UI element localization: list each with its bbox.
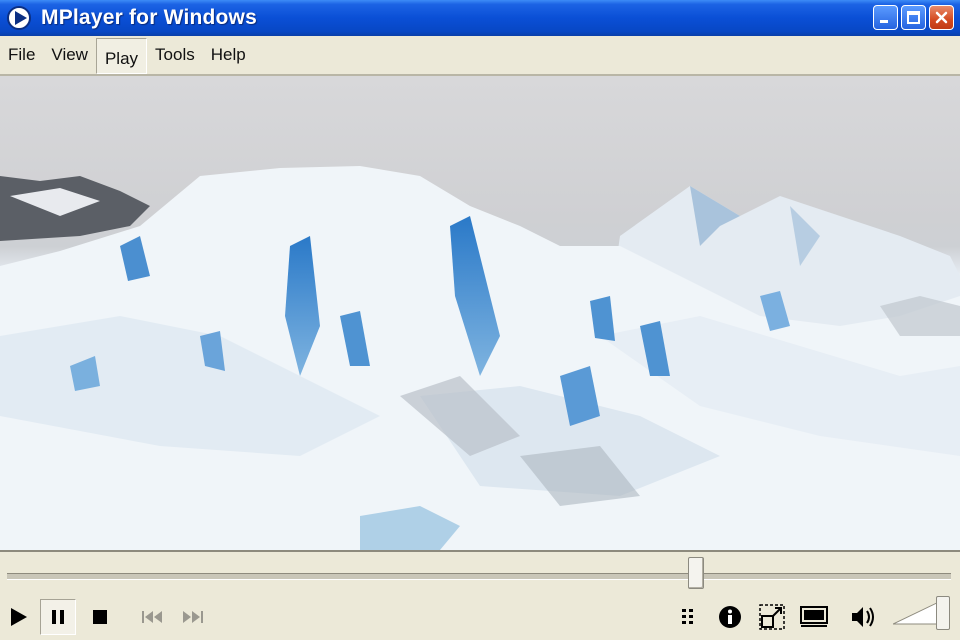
info-button[interactable] (712, 599, 748, 635)
skip-back-icon (142, 611, 162, 623)
compact-view-icon (800, 606, 828, 627)
compact-view-button[interactable] (796, 599, 832, 635)
window-title: MPlayer for Windows (41, 6, 257, 29)
minimize-icon (880, 20, 888, 23)
pause-button[interactable] (40, 599, 76, 635)
stop-button[interactable] (82, 599, 118, 635)
next-button[interactable] (174, 599, 210, 635)
menu-play[interactable]: Play (95, 38, 148, 74)
playlist-icon (682, 609, 693, 624)
control-panel (0, 550, 960, 640)
playlist-button[interactable] (670, 599, 706, 635)
menu-file[interactable]: File (0, 38, 43, 72)
speaker-icon (852, 607, 874, 627)
menu-bar: File View Play Tools Help (0, 36, 960, 76)
close-icon (935, 11, 948, 24)
play-button[interactable] (0, 599, 36, 635)
title-bar[interactable]: MPlayer for Windows (0, 0, 960, 36)
seek-bar[interactable] (7, 573, 951, 580)
mplayer-window: MPlayer for Windows File View Play Tools… (0, 0, 960, 640)
video-display[interactable] (0, 76, 960, 550)
previous-button[interactable] (135, 599, 171, 635)
fullscreen-icon (759, 604, 785, 630)
menu-help[interactable]: Help (203, 38, 254, 72)
maximize-button[interactable] (901, 5, 926, 30)
minimize-button[interactable] (873, 5, 898, 30)
mute-button[interactable] (846, 599, 882, 635)
menu-tools[interactable]: Tools (147, 38, 203, 72)
app-icon[interactable] (7, 6, 31, 30)
fullscreen-button[interactable] (754, 599, 790, 635)
seek-thumb[interactable] (688, 557, 705, 589)
video-frame (0, 166, 960, 550)
info-icon (719, 606, 741, 628)
maximize-icon (907, 11, 920, 24)
window-buttons (873, 5, 954, 30)
play-icon (11, 608, 27, 626)
pause-icon (52, 610, 64, 624)
menu-view[interactable]: View (43, 38, 96, 72)
volume-thumb[interactable] (936, 596, 950, 630)
stop-icon (93, 610, 107, 624)
close-button[interactable] (929, 5, 954, 30)
skip-forward-icon (183, 611, 203, 623)
